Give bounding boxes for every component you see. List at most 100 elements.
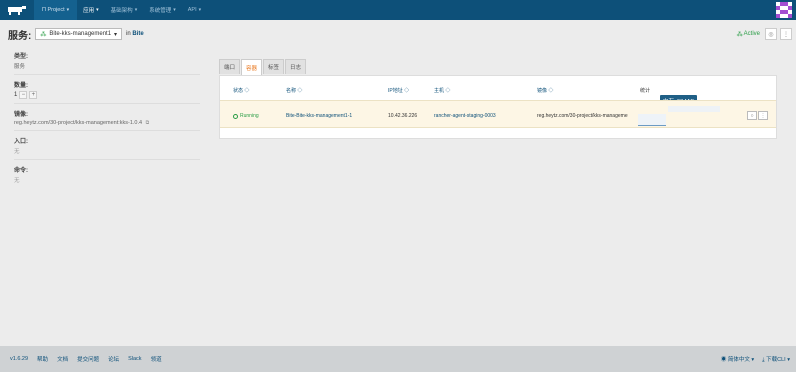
chevron-down-icon: ▾ [198, 7, 202, 13]
image-value-row: reg.heytz.com/30-project/kks-management:… [14, 120, 200, 126]
cow-icon [8, 6, 26, 15]
chevron-down-icon: ▾ [787, 357, 790, 363]
containers-table: 状态 ◇ 名称 ◇ IP地址 ◇ 主机 ◇ 镜像 ◇ 统计 内存: 93 MiB… [219, 75, 777, 139]
footer-link-last[interactable]: 领道 [151, 355, 162, 363]
container-image: reg.heytz.com/30-project/kks-manageme [537, 113, 628, 119]
chevron-down-icon: ▾ [134, 7, 138, 13]
stack-breadcrumb: in Bite [126, 31, 144, 37]
scale-label: 数量: [14, 83, 28, 89]
nav-admin[interactable]: 系统管理 ▾ [143, 0, 182, 20]
service-details: 类型: 服务 数量: 1 − + 镜像: reg.heytz.com/30-pr… [14, 50, 200, 192]
footer-link-issue[interactable]: 提交问题 [77, 355, 99, 363]
rancher-logo[interactable] [0, 0, 34, 20]
version-label: v1.6.29 [10, 356, 29, 362]
scale-value: 1 [14, 92, 18, 98]
language-selector[interactable]: ◉ 简体中文 ▾ [721, 355, 754, 364]
type-value: 服务 [14, 64, 26, 70]
download-icon: ⤓ [762, 357, 765, 363]
copy-icon[interactable]: ⧉ [146, 120, 150, 126]
more-vertical-icon: ⋮ [783, 31, 789, 38]
stop-button[interactable]: ◎ [765, 28, 777, 40]
service-selector[interactable]: ⁂ Bite-kks-management1 ▾ [35, 28, 123, 40]
more-actions-button[interactable]: ⋮ [780, 28, 792, 40]
download-label: 下载CLI [766, 357, 786, 363]
type-label: 类型: [14, 54, 28, 60]
download-cli[interactable]: ⤓ 下载CLI ▾ [762, 355, 790, 364]
type-field: 类型: 服务 [14, 50, 200, 75]
header-host[interactable]: 主机 ◇ [434, 87, 450, 94]
container-state: Running [233, 113, 259, 119]
footer-right: ◉ 简体中文 ▾ ⤓ 下载CLI ▾ [721, 355, 790, 364]
chevron-down-icon: ▾ [66, 7, 70, 13]
more-vertical-icon: ⋮ [760, 112, 766, 119]
scale-field: 数量: 1 − + [14, 79, 200, 104]
tab-containers[interactable]: 容器 [241, 59, 263, 75]
user-avatar[interactable] [776, 2, 792, 18]
row-more-button[interactable]: ⋮ [758, 111, 768, 120]
nav-infrastructure[interactable]: 基础架构 ▾ [105, 0, 144, 20]
detail-tabs: 端口 容器 标签 日志 [219, 59, 307, 75]
footer-link-help[interactable]: 帮助 [37, 355, 48, 363]
globe-icon: ◉ [720, 357, 727, 363]
header-image[interactable]: 镜像 ◇ [537, 87, 553, 94]
tab-logs[interactable]: 日志 [285, 59, 307, 74]
chevron-down-icon: ▾ [751, 357, 755, 363]
row-actions: ○ ⋮ [747, 111, 768, 120]
in-label: in [126, 31, 131, 37]
nav-apps[interactable]: 应用 ▾ [77, 0, 105, 20]
top-nav: Π Project ▾ 应用 ▾ 基础架构 ▾ 系统管理 ▾ API ▾ [0, 0, 796, 20]
entry-label: 入口: [14, 139, 28, 145]
header-name[interactable]: 名称 ◇ [286, 87, 302, 94]
chevron-down-icon: ▾ [114, 31, 118, 38]
page-title: 服务: [8, 30, 32, 42]
image-value: reg.heytz.com/30-project/kks-management:… [14, 120, 143, 126]
service-icon: ⁂ [40, 31, 47, 38]
stack-link[interactable]: Bite [132, 31, 143, 37]
scale-decrease-button[interactable]: − [19, 91, 28, 99]
chevron-down-icon: ▾ [173, 7, 176, 13]
container-host[interactable]: rancher-agent-staging-0003 [434, 113, 496, 119]
footer-link-docs[interactable]: 文档 [57, 355, 68, 363]
stop-icon: ○ [750, 112, 754, 119]
memory-sparkline[interactable] [638, 114, 666, 126]
scale-increase-button[interactable]: + [29, 91, 38, 99]
nav-admin-label: 系统管理 [149, 8, 172, 14]
footer-link-slack[interactable]: Slack [128, 356, 141, 362]
command-label: 命令: [14, 168, 28, 174]
header-stats: 统计 [640, 88, 651, 94]
cpu-sparkline [668, 106, 720, 112]
chevron-down-icon: ▾ [96, 7, 99, 13]
entry-value: 无 [14, 149, 20, 155]
language-label: 简体中文 [727, 357, 750, 363]
running-icon [233, 113, 238, 119]
header-state[interactable]: 状态 ◇ [233, 87, 249, 94]
service-name: Bite-kks-management1 [49, 31, 112, 37]
image-label: 镜像: [14, 112, 28, 118]
command-value: 无 [14, 178, 20, 184]
active-icon: ⁂ [736, 31, 743, 38]
tab-ports[interactable]: 端口 [219, 59, 241, 74]
scale-stepper: 1 − + [14, 91, 200, 99]
service-header: 服务: ⁂ Bite-kks-management1 ▾ in Bite ⁂ A… [0, 22, 796, 46]
container-ip: 10.42.36.226 [388, 113, 418, 119]
command-field: 命令: 无 [14, 164, 200, 188]
row-stop-button[interactable]: ○ [747, 111, 757, 120]
nav-infrastructure-label: 基础架构 [110, 8, 133, 14]
status-badge: ⁂ Active [737, 31, 760, 38]
project-label: Π Project [42, 7, 65, 13]
footer-link-forum[interactable]: 论坛 [108, 355, 119, 363]
tab-labels[interactable]: 标签 [263, 59, 285, 74]
state-label: Running [240, 113, 259, 119]
nav-apps-label: 应用 [83, 8, 95, 14]
container-name[interactable]: Bite-Bite-kks-management1-1 [286, 113, 352, 119]
table-row: Running Bite-Bite-kks-management1-1 10.4… [220, 100, 776, 128]
nav-api[interactable]: API ▾ [182, 0, 207, 20]
status-label: Active [743, 31, 760, 37]
entry-field: 入口: 无 [14, 135, 200, 160]
image-field: 镜像: reg.heytz.com/30-project/kks-managem… [14, 108, 200, 131]
nav-api-label: API [187, 7, 197, 13]
header-ip[interactable]: IP地址 ◇ [388, 87, 409, 94]
header-actions: ⁂ Active ◎ ⋮ [737, 28, 792, 40]
project-switcher[interactable]: Π Project ▾ [34, 0, 78, 20]
table-header: 状态 ◇ 名称 ◇ IP地址 ◇ 主机 ◇ 镜像 ◇ 统计 [220, 85, 776, 95]
